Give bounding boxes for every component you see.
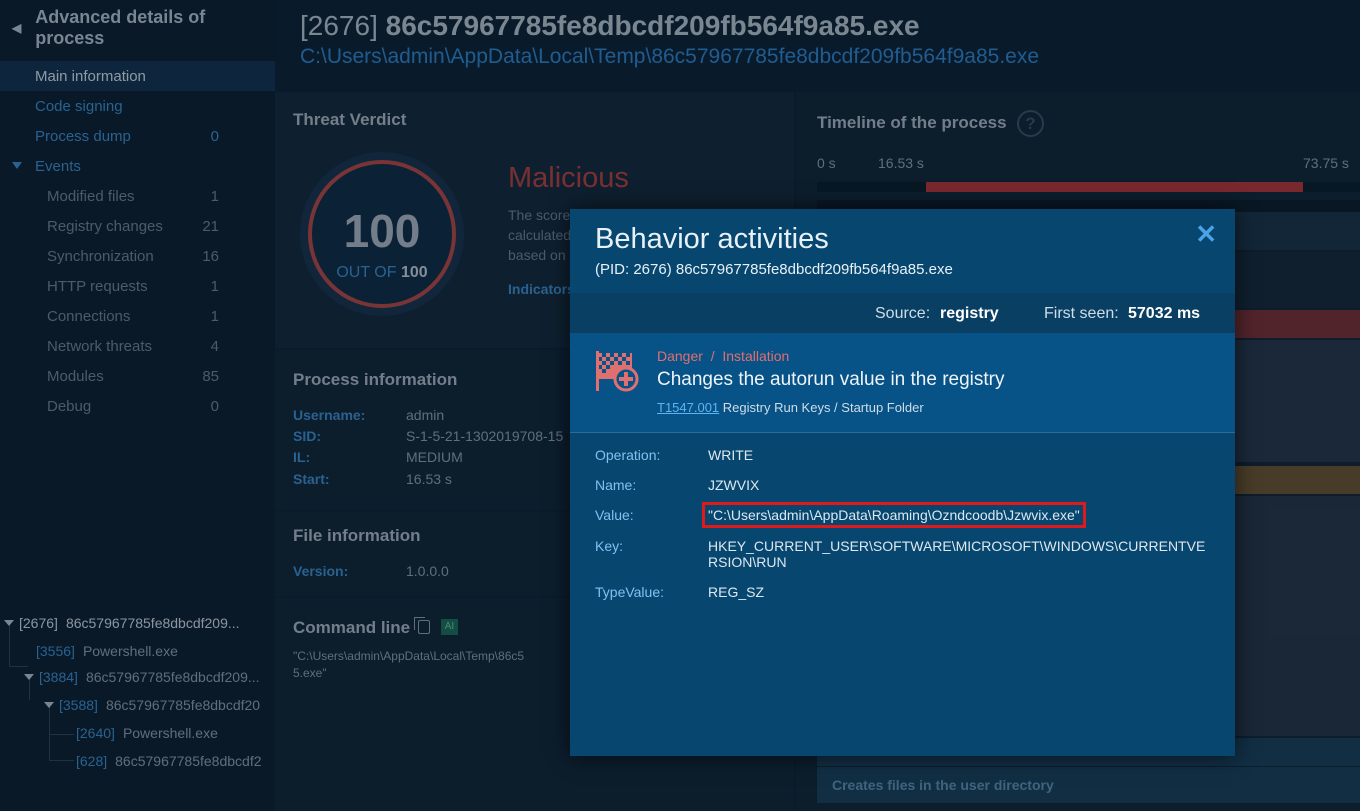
source-value: registry [940, 305, 999, 322]
field-label: Key: [595, 538, 624, 554]
field-label: Operation: [595, 447, 661, 463]
highlighted-value: "C:\Users\admin\AppData\Roaming\Ozndcood… [702, 502, 1086, 528]
activity-section: Danger / Installation Changes the autoru… [570, 333, 1235, 433]
activity-title: Changes the autorun value in the registr… [657, 369, 1005, 390]
first-seen-label: First seen: [1044, 305, 1119, 322]
mitre-technique: T1547.001 Registry Run Keys / Startup Fo… [657, 400, 924, 415]
first-seen-value: 57032 ms [1128, 305, 1201, 322]
category-label: Installation [722, 348, 790, 364]
value-field-highlight: "C:\Users\admin\AppData\Roaming\Ozndcood… [702, 502, 1086, 528]
field-value: WRITE [708, 447, 754, 463]
field-value: JZWVIX [708, 477, 760, 493]
field-value: HKEY_CURRENT_USER\SOFTWARE\MICROSOFT\WIN… [708, 538, 1206, 570]
danger-category: Danger / Installation [657, 348, 789, 364]
field-label: Value: [595, 507, 634, 523]
behavior-activities-modal: Behavior activities (PID: 2676) 86c57967… [570, 209, 1235, 756]
category-separator: / [710, 348, 715, 364]
modal-subtitle: (PID: 2676) 86c57967785fe8dbcdf209fb564f… [595, 261, 953, 278]
field-label: TypeValue: [595, 584, 665, 600]
close-icon[interactable]: ✕ [1195, 219, 1217, 250]
source-bar: Source: registry First seen: 57032 ms [570, 293, 1235, 333]
field-value: REG_SZ [708, 584, 765, 600]
technique-link[interactable]: T1547.001 [657, 400, 719, 415]
technique-name: Registry Run Keys / Startup Folder [722, 400, 924, 415]
danger-label: Danger [657, 348, 703, 364]
modal-title: Behavior activities [595, 223, 829, 255]
field-label: Name: [595, 477, 637, 493]
source-label: Source: [875, 305, 931, 322]
danger-flag-icon [596, 351, 639, 392]
